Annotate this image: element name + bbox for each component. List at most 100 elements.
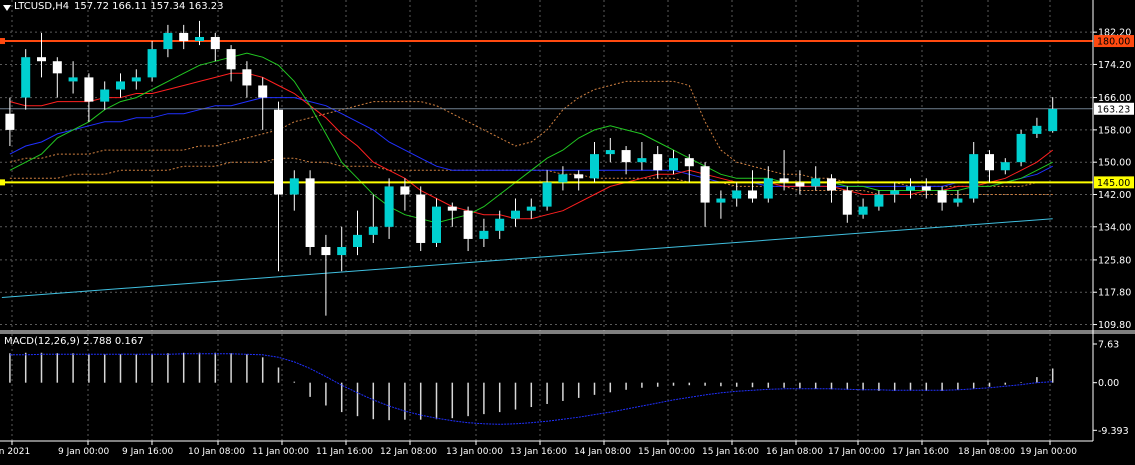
bear-candle <box>37 57 46 62</box>
price-axis-label: 117.80 <box>1098 288 1131 299</box>
bull-candle <box>1000 162 1010 171</box>
bull-candle <box>1048 108 1058 132</box>
time-axis-label: 14 Jan 08:00 <box>574 447 631 457</box>
bull-candle <box>906 186 915 191</box>
bull-candle <box>353 234 362 247</box>
time-axis-label: 18 Jan 08:00 <box>958 447 1015 457</box>
trading-chart[interactable]: 8 Jan 2021 9 Jan 00:00 9 Jan 16:00 10 Jan 0… <box>0 0 1135 461</box>
macd-label: MACD(12,26,9) 2.788 0.167 <box>4 336 144 347</box>
bear-candle <box>258 85 268 98</box>
bear-candle <box>985 154 994 171</box>
bear-candle <box>842 190 852 215</box>
symbol-label: LTCUSD,H4 <box>14 1 70 12</box>
bear-candle <box>779 178 789 183</box>
time-axis-label: 9 Jan 16:00 <box>122 447 174 457</box>
bull-candle <box>890 190 900 195</box>
bear-candle <box>5 113 15 130</box>
bull-candle <box>163 32 173 50</box>
symbol-dropdown-icon[interactable] <box>3 5 11 11</box>
time-axis-label: 15 Jan 00:00 <box>638 447 695 457</box>
bull-candle <box>100 89 110 102</box>
time-axis-label: 16 Jan 08:00 <box>766 447 823 457</box>
bear-candle <box>795 182 805 187</box>
bull-candle <box>858 206 868 215</box>
time-axis-label: 17 Jan 16:00 <box>892 447 949 457</box>
bull-candle <box>511 210 520 219</box>
bull-candle <box>432 206 441 243</box>
bear-candle <box>921 186 931 191</box>
price-level-label: 163.23 <box>1097 104 1130 115</box>
price-axis-label: 158.00 <box>1098 125 1131 136</box>
bull-candle <box>479 230 489 239</box>
bull-candle <box>590 154 599 179</box>
time-axis-label: 11 Jan 16:00 <box>316 447 373 457</box>
bear-candle <box>937 190 947 203</box>
bull-candle <box>763 178 773 199</box>
bear-candle <box>226 49 236 70</box>
bear-candle <box>242 69 252 86</box>
macd-axis-label: 7.63 <box>1098 339 1119 350</box>
bull-candle <box>637 158 647 163</box>
bear-candle <box>400 186 410 195</box>
bear-candle <box>827 178 836 191</box>
price-axis-label: 109.80 <box>1098 320 1131 331</box>
price-axis-label: 125.80 <box>1098 255 1131 266</box>
price-axis-label: 150.00 <box>1098 158 1131 169</box>
price-axis-label: 174.20 <box>1098 60 1131 71</box>
bull-candle <box>21 57 31 98</box>
time-axis-label: 8 Jan 2021 <box>0 447 30 457</box>
bull-candle <box>131 77 141 82</box>
bear-candle <box>748 190 757 199</box>
time-axis-label: 12 Jan 08:00 <box>380 447 437 457</box>
bear-candle <box>700 166 710 203</box>
time-axis-label: 11 Jan 00:00 <box>252 447 309 457</box>
bull-candle <box>1032 125 1042 134</box>
time-axis-label: 13 Jan 16:00 <box>510 447 567 457</box>
bear-candle <box>321 247 331 256</box>
price-axis-label: 134.00 <box>1098 222 1131 233</box>
time-axis-label: 19 Jan 00:00 <box>1020 447 1077 457</box>
time-axis-label: 15 Jan 16:00 <box>702 447 759 457</box>
bull-candle <box>558 174 568 183</box>
bear-candle <box>52 61 62 74</box>
bear-candle <box>653 154 663 171</box>
price-level-handle <box>0 38 5 45</box>
bull-candle <box>368 226 378 235</box>
bull-candle <box>732 190 742 199</box>
bear-candle <box>416 194 426 243</box>
price-level-label: 180.00 <box>1097 37 1130 48</box>
bear-candle <box>574 174 584 179</box>
bear-candle <box>179 32 189 42</box>
bull-candle <box>116 81 125 90</box>
bull-candle <box>953 198 963 203</box>
macd-axis-label: -9.393 <box>1098 426 1129 437</box>
bull-candle <box>147 49 157 78</box>
time-axis-label: 13 Jan 00:00 <box>446 447 503 457</box>
time-axis-label: 10 Jan 08:00 <box>188 447 245 457</box>
bull-candle <box>669 158 678 171</box>
price-axis-label: 142.00 <box>1098 190 1131 201</box>
bull-candle <box>68 77 78 82</box>
bull-candle <box>874 194 884 207</box>
bull-candle <box>811 178 821 187</box>
bull-candle <box>969 154 979 199</box>
bear-candle <box>621 150 631 163</box>
time-axis-label: 9 Jan 00:00 <box>58 447 110 457</box>
chart-canvas[interactable]: 8 Jan 2021 9 Jan 00:00 9 Jan 16:00 10 Jan 0… <box>0 0 1135 461</box>
bear-candle <box>305 178 315 247</box>
chart-background <box>0 0 1135 461</box>
bull-candle <box>384 186 394 227</box>
bear-candle <box>210 37 220 50</box>
price-level-label: 145.00 <box>1097 178 1130 189</box>
bull-candle <box>605 150 615 155</box>
bull-candle <box>195 37 204 42</box>
bull-candle <box>542 182 552 207</box>
bull-candle <box>526 206 536 211</box>
bull-candle <box>495 218 505 231</box>
price-level-handle <box>0 179 5 186</box>
bull-candle <box>289 178 299 195</box>
bull-candle <box>716 198 726 203</box>
macd-axis-label: 0.00 <box>1098 378 1119 389</box>
price-axis-label: 166.00 <box>1098 93 1131 104</box>
ohlc-readout: 157.72 166.11 157.34 163.23 <box>74 1 224 12</box>
